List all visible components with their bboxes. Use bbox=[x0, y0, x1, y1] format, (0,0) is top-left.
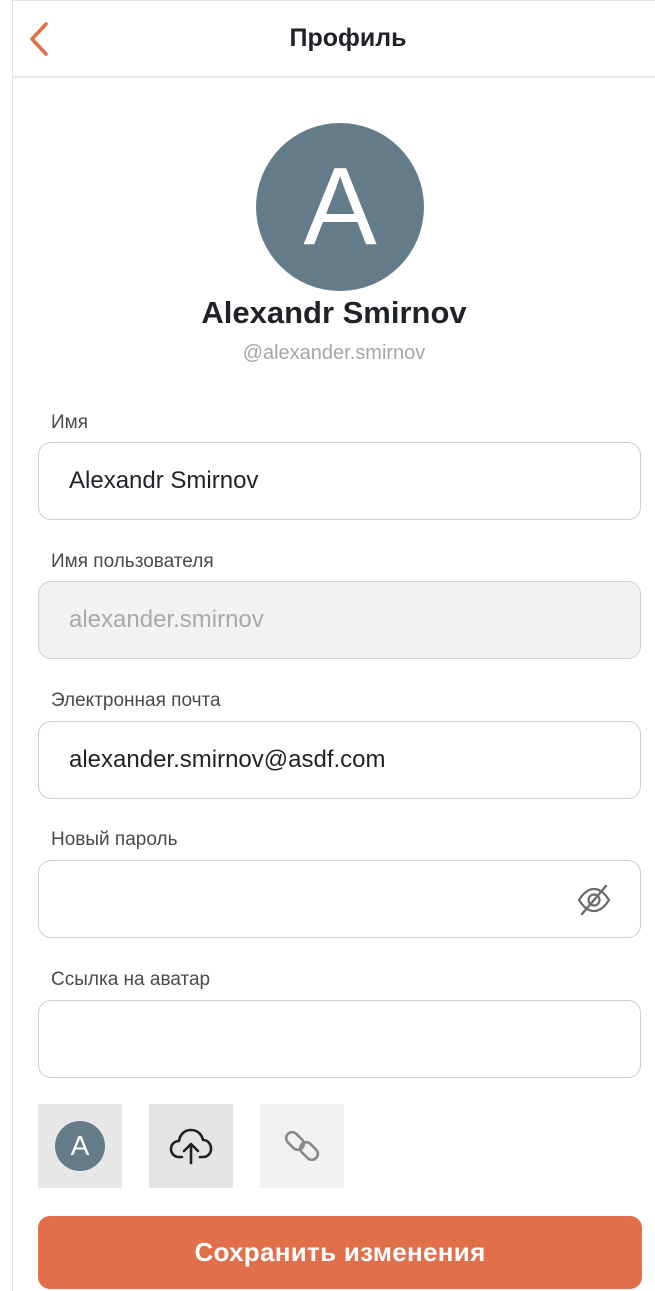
name-field[interactable]: Alexandr Smirnov bbox=[38, 442, 641, 520]
name-value: Alexandr Smirnov bbox=[69, 467, 259, 494]
avatar-link-label: Ссылка на аватар bbox=[51, 969, 211, 990]
password-label: Новый пароль bbox=[51, 829, 178, 850]
avatar-letter-icon: A bbox=[55, 1121, 105, 1171]
email-label: Электронная почта bbox=[51, 690, 221, 711]
password-field[interactable] bbox=[38, 860, 641, 938]
avatar-option-link[interactable] bbox=[260, 1104, 344, 1188]
avatar: A bbox=[256, 123, 424, 291]
email-field[interactable]: alexander.smirnov@asdf.com bbox=[38, 721, 641, 799]
top-bar: Профиль bbox=[13, 1, 655, 78]
avatar-option-letter[interactable]: A bbox=[38, 1104, 122, 1188]
profile-handle: @alexander.smirnov bbox=[242, 342, 426, 364]
avatar-letter: A bbox=[303, 145, 377, 268]
save-button[interactable]: Сохранить изменения bbox=[38, 1216, 642, 1289]
avatar-option-upload[interactable] bbox=[149, 1104, 233, 1188]
mini-avatar-letter: A bbox=[70, 1130, 90, 1161]
chevron-left-icon bbox=[30, 22, 48, 56]
link-icon bbox=[284, 1130, 320, 1162]
eye-off-icon[interactable] bbox=[576, 883, 612, 917]
page-title: Профиль bbox=[289, 24, 407, 52]
username-label: Имя пользователя bbox=[51, 551, 214, 572]
profile-name: Alexandr Smirnov bbox=[201, 295, 467, 330]
avatar-link-field[interactable] bbox=[38, 1000, 641, 1078]
name-label: Имя bbox=[51, 412, 89, 433]
email-value: alexander.smirnov@asdf.com bbox=[69, 746, 386, 773]
profile-screen: Профиль A Alexandr Smirnov @alexander.sm… bbox=[12, 0, 655, 1291]
back-button[interactable] bbox=[21, 21, 57, 57]
username-field: alexander.smirnov bbox=[38, 581, 641, 659]
cloud-upload-icon bbox=[169, 1128, 213, 1165]
username-value: alexander.smirnov bbox=[69, 606, 264, 633]
